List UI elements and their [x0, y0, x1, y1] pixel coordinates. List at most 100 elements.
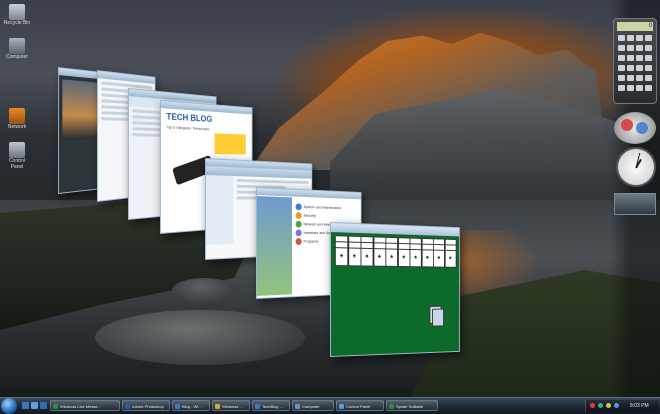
calculator-key[interactable] — [627, 65, 634, 71]
desktop-icon-computer[interactable]: Computer — [2, 38, 32, 60]
cpu-meter-gadget[interactable] — [614, 112, 656, 144]
security-icon — [295, 212, 302, 219]
calculator-key[interactable] — [627, 35, 634, 41]
taskbar-button[interactable]: Windows Live Messe... — [50, 400, 120, 411]
messenger-tray-icon[interactable] — [614, 403, 619, 408]
calculator-key[interactable] — [618, 85, 625, 91]
desktop-icon-label: Recycle Bin — [3, 20, 31, 26]
calculator-display: 0 — [617, 22, 653, 31]
calculator-key[interactable] — [618, 75, 625, 81]
nav-pane — [205, 175, 234, 245]
calculator-key[interactable] — [636, 75, 643, 81]
calculator-key[interactable] — [645, 55, 652, 61]
control-panel-icon — [339, 404, 344, 409]
taskbar-button[interactable]: Windows ... — [212, 400, 250, 411]
calculator-key[interactable] — [627, 85, 634, 91]
desktop-icon-recycle-bin[interactable]: Recycle Bin — [2, 4, 32, 26]
calculator-key[interactable] — [645, 65, 652, 71]
computer-icon — [9, 38, 25, 54]
playing-card[interactable]: ♠ — [334, 247, 349, 267]
gauge-dial — [621, 119, 633, 131]
cp-category-label: System and Maintenance — [303, 204, 342, 211]
calculator-key[interactable] — [645, 75, 652, 81]
blog-banner — [214, 133, 246, 155]
cp-category[interactable]: System and Maintenance — [295, 203, 360, 212]
volume-icon[interactable] — [606, 403, 611, 408]
calculator-key[interactable] — [636, 45, 643, 51]
control-panel-sidebar — [256, 196, 292, 296]
playing-card[interactable]: ♠ — [409, 249, 422, 268]
photo-thumbnail — [62, 79, 99, 139]
desktop-icon-network[interactable]: Network — [2, 108, 32, 130]
playing-card[interactable]: ♠ — [397, 248, 410, 268]
calculator-key[interactable] — [636, 35, 643, 41]
control-panel-icon — [9, 142, 25, 158]
explorer-icon — [215, 404, 220, 409]
taskbar-button[interactable]: Blog - Wi... — [172, 400, 210, 411]
system-icon — [295, 203, 302, 211]
calculator-key[interactable] — [645, 35, 652, 41]
internet-explorer-icon[interactable] — [40, 402, 47, 409]
messenger-icon — [53, 404, 58, 409]
network-icon — [295, 220, 302, 228]
clock-gadget[interactable] — [616, 147, 656, 187]
taskbar-button[interactable]: Adobe Photoshop — [122, 400, 170, 411]
switch-windows-icon[interactable] — [31, 402, 38, 409]
flip-window-photo-viewer[interactable] — [58, 67, 102, 194]
cp-category-label: Security — [303, 212, 316, 218]
playing-card[interactable]: ♠ — [373, 248, 386, 267]
calculator-key[interactable] — [636, 85, 643, 91]
playing-card[interactable]: ♠ — [432, 249, 445, 268]
calculator-key[interactable] — [636, 65, 643, 71]
network-icon — [9, 108, 25, 124]
browser-icon — [175, 404, 180, 409]
clock-time[interactable]: 8:03 PM — [630, 400, 649, 412]
calculator-key[interactable] — [645, 45, 652, 51]
calculator-gadget[interactable]: 0 — [613, 18, 657, 104]
taskbar: Windows Live Messe... Adobe Photoshop Bl… — [0, 397, 660, 414]
programs-icon — [295, 238, 302, 245]
browser-icon — [255, 404, 260, 409]
taskbar-button-label: Blog - Wi... — [182, 404, 202, 409]
calculator-key[interactable] — [618, 65, 625, 71]
taskbar-button-label: Spider Solitaire — [396, 404, 424, 409]
playing-card[interactable]: ♠ — [360, 247, 374, 267]
network-icon[interactable] — [598, 403, 603, 408]
calculator-key[interactable] — [627, 45, 634, 51]
desktop-icon-label: Network — [7, 124, 27, 130]
desktop-icon-label: Control Panel — [8, 158, 26, 170]
flip-window-spider-solitaire[interactable]: ♠♠♠♠♠♠♠♠♠♠♠♠♠♠♠♠♠♠♠♠♠♠♠♠♠♠♠♠♠♠ — [330, 222, 460, 357]
taskbar-button[interactable]: Spider Solitaire — [386, 400, 438, 411]
calculator-key[interactable] — [627, 55, 634, 61]
text-line — [236, 178, 309, 184]
photoshop-icon — [125, 404, 130, 409]
calculator-key[interactable] — [618, 35, 625, 41]
playing-card[interactable]: ♠ — [421, 249, 434, 268]
wallpaper-rock-large — [95, 310, 305, 365]
calculator-key[interactable] — [627, 75, 634, 81]
text-line — [101, 87, 132, 93]
start-button[interactable] — [1, 398, 17, 414]
taskbar-button-label: Control Panel — [346, 404, 371, 409]
calculator-key[interactable] — [618, 45, 625, 51]
taskbar-button[interactable]: Computer — [292, 400, 334, 411]
system-tray: 8:03 PM — [585, 400, 659, 412]
desktop-icon-label: Computer — [6, 54, 28, 60]
hardware-icon — [295, 229, 302, 237]
taskbar-button[interactable]: Control Panel — [336, 400, 384, 411]
playing-card[interactable]: ♠ — [385, 248, 398, 267]
taskbar-button[interactable]: TechBlog ... — [252, 400, 290, 411]
calculator-key[interactable] — [618, 55, 625, 61]
cp-category-label: Programs — [303, 238, 319, 244]
slideshow-gadget[interactable] — [614, 193, 656, 215]
playing-card[interactable]: ♠ — [444, 249, 457, 268]
stock-pile[interactable] — [432, 308, 444, 327]
playing-card[interactable]: ♠ — [347, 247, 361, 267]
taskbar-button-label: Adobe Photoshop — [132, 404, 164, 409]
show-desktop-icon[interactable] — [22, 402, 29, 409]
security-alert-icon[interactable] — [590, 403, 595, 408]
cp-category[interactable]: Security — [295, 212, 360, 220]
calculator-key[interactable] — [645, 85, 652, 91]
calculator-key[interactable] — [636, 55, 643, 61]
desktop-icon-control-panel[interactable]: Control Panel — [2, 142, 32, 170]
